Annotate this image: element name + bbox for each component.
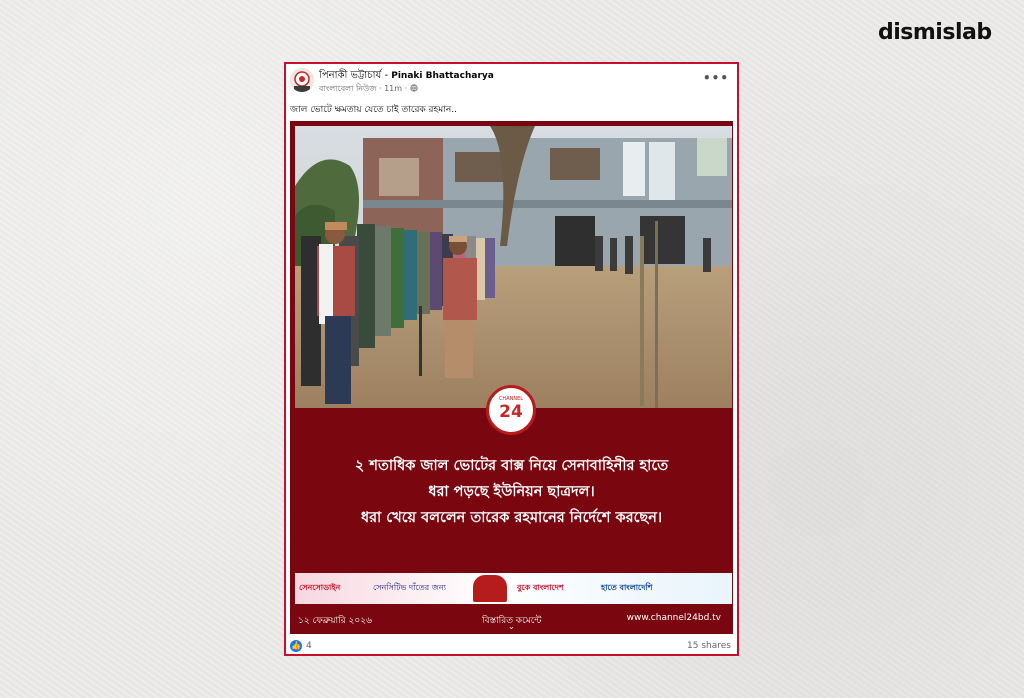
headline-line: ২ শতাধিক জাল ভোটের বাক্স নিয়ে সেনাবাহিন… xyxy=(354,458,669,474)
post-caption: জাল ভোটে ক্ষমতায় যেতে চাই তারেক রহমান.. xyxy=(290,105,457,115)
channel-url: www.channel24bd.tv xyxy=(626,613,721,623)
post-time[interactable]: 11m xyxy=(384,84,402,93)
news-date: ১২ ফেব্রুয়ারি ২০২৬ xyxy=(298,616,372,626)
headline-line: ধরা পড়ছে ইউনিয়ন ছাত্রদল। xyxy=(428,484,595,500)
ad-brand: সেনসোডাইন xyxy=(299,583,341,592)
news-card-image[interactable]: CHANNEL 24 ২ শতাধিক জাল ভোটের বাক্স নিয়… xyxy=(290,121,733,634)
post-header: পিনাকী ভট্টাচার্য - Pinaki Bhattacharya … xyxy=(286,64,737,98)
queue-photo xyxy=(295,126,732,408)
ad-tagline: সেনসিটিভ দাঁতের জন্য xyxy=(373,583,446,592)
avatar-image xyxy=(290,68,314,92)
post-meta: বাংলাবেলা নিউজ · 11m · xyxy=(319,83,418,96)
reaction-count[interactable]: 4 xyxy=(306,641,312,651)
ad-slogan-2: হাতে বাংলাদেশি xyxy=(601,583,653,592)
news-photo xyxy=(295,126,732,408)
globe-icon xyxy=(410,84,418,92)
author-separator: - xyxy=(381,70,392,81)
more-options-button[interactable]: ••• xyxy=(703,71,729,85)
author-name-bn: পিনাকী ভট্টাচার্য xyxy=(319,70,382,81)
channel24-logo-number: 24 xyxy=(499,402,523,422)
brand-logo: dismislab xyxy=(878,20,992,45)
ad-person-image xyxy=(473,575,507,602)
ad-banner: সেনসোডাইন সেনসিটিভ দাঁতের জন্য বুকে বাংল… xyxy=(295,573,732,604)
news-headline: ২ শতাধিক জাল ভোটের বাক্স নিয়ে সেনাবাহিন… xyxy=(290,453,733,531)
author-name-en: Pinaki Bhattacharya xyxy=(391,71,494,81)
post-source[interactable]: বাংলাবেলা নিউজ xyxy=(319,84,376,93)
post-footer: 👍 4 15 shares xyxy=(286,638,737,656)
headline-line: ধরা খেয়ে বললেন তারেক রহমানের নির্দেশে ক… xyxy=(360,510,663,526)
channel24-logo: CHANNEL 24 xyxy=(486,385,536,435)
like-icon[interactable]: 👍 xyxy=(290,640,302,652)
chevron-down-icon: ⌄ xyxy=(508,622,515,631)
share-count[interactable]: 15 shares xyxy=(687,641,731,651)
avatar[interactable] xyxy=(290,68,314,92)
ad-slogan-1: বুকে বাংলাদেশ xyxy=(517,583,564,592)
facebook-post: পিনাকী ভট্টাচার্য - Pinaki Bhattacharya … xyxy=(284,62,739,656)
card-footer: ১২ ফেব্রুয়ারি ২০২৬ বিস্তারিত কমেন্টে ⌄ … xyxy=(290,607,733,634)
